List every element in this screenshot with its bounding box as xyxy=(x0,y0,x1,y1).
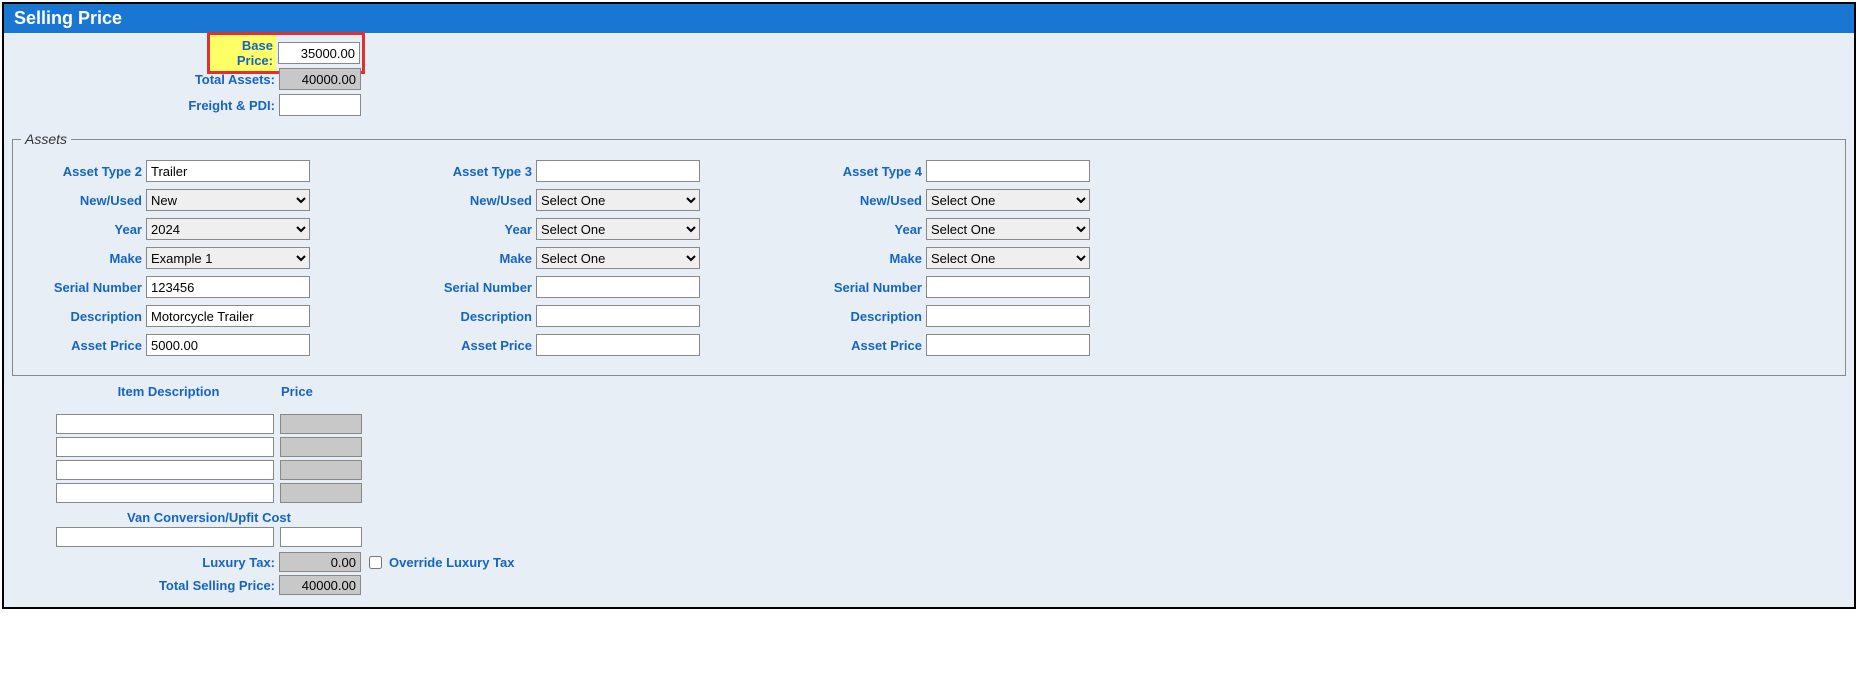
items-section: Item Description Price Van Conversion/Up… xyxy=(4,380,1854,607)
new-used-3-input[interactable]: Select One xyxy=(536,189,700,211)
serial-number-2-label: Serial Number xyxy=(21,280,146,295)
item-price-input xyxy=(280,414,362,434)
description-2-label: Description xyxy=(21,309,146,324)
item-row xyxy=(56,436,1854,458)
assets-fieldset: Assets Asset Type 2New/UsedNewYear2024Ma… xyxy=(12,131,1846,376)
base-price-input[interactable] xyxy=(278,42,360,64)
asset-column-3: Asset Type 3New/UsedSelect OneYearSelect… xyxy=(411,155,801,361)
top-fields: Base Price: Total Assets: Freight & PDI: xyxy=(4,33,1854,127)
item-row xyxy=(56,413,1854,435)
total-assets-input xyxy=(279,68,361,90)
item-row xyxy=(56,459,1854,481)
base-price-label: Base Price: xyxy=(210,35,276,71)
serial-number-2-input[interactable] xyxy=(146,276,310,298)
make-4-input[interactable]: Select One xyxy=(926,247,1090,269)
luxury-tax-input xyxy=(279,552,361,572)
item-price-input xyxy=(280,437,362,457)
description-4-label: Description xyxy=(801,309,926,324)
serial-number-4-label: Serial Number xyxy=(801,280,926,295)
item-desc-input[interactable] xyxy=(56,414,274,434)
new-used-2-input[interactable]: New xyxy=(146,189,310,211)
year-2-input[interactable]: 2024 xyxy=(146,218,310,240)
asset-type-2-input[interactable] xyxy=(146,160,310,182)
override-luxury-tax-label: Override Luxury Tax xyxy=(389,555,514,570)
serial-number-4-input[interactable] xyxy=(926,276,1090,298)
new-used-4-input[interactable]: Select One xyxy=(926,189,1090,211)
asset-price-2-input[interactable] xyxy=(146,334,310,356)
description-3-label: Description xyxy=(411,309,536,324)
item-price-input xyxy=(280,483,362,503)
luxury-tax-label: Luxury Tax: xyxy=(4,555,279,570)
asset-price-4-input[interactable] xyxy=(926,334,1090,356)
items-header-desc: Item Description xyxy=(56,384,281,399)
van-desc-input[interactable] xyxy=(56,527,274,547)
asset-column-2: Asset Type 2 New/UsedNewYear2024MakeExamp… xyxy=(21,155,411,361)
item-desc-input[interactable] xyxy=(56,460,274,480)
van-conversion-label: Van Conversion/Upfit Cost xyxy=(56,510,362,525)
asset-type-4-label: Asset Type 4 xyxy=(801,164,926,179)
year-2-label: Year xyxy=(21,222,146,237)
new-used-2-label: New/Used xyxy=(21,193,146,208)
description-2-input[interactable] xyxy=(146,305,310,327)
make-3-input[interactable]: Select One xyxy=(536,247,700,269)
asset-type-4-input[interactable] xyxy=(926,160,1090,182)
asset-type-3-label: Asset Type 3 xyxy=(411,164,536,179)
serial-number-3-label: Serial Number xyxy=(411,280,536,295)
items-header-price: Price xyxy=(281,384,363,399)
panel-title: Selling Price xyxy=(4,4,1854,33)
asset-price-4-label: Asset Price xyxy=(801,338,926,353)
override-luxury-tax-checkbox[interactable] xyxy=(369,556,382,569)
make-4-label: Make xyxy=(801,251,926,266)
new-used-4-label: New/Used xyxy=(801,193,926,208)
assets-legend: Assets xyxy=(21,131,71,147)
item-desc-input[interactable] xyxy=(56,437,274,457)
year-4-input[interactable]: Select One xyxy=(926,218,1090,240)
make-3-label: Make xyxy=(411,251,536,266)
asset-price-3-label: Asset Price xyxy=(411,338,536,353)
freight-pdi-input[interactable] xyxy=(279,94,361,116)
new-used-3-label: New/Used xyxy=(411,193,536,208)
total-selling-price-label: Total Selling Price: xyxy=(4,578,279,593)
van-price-input[interactable] xyxy=(280,527,362,547)
serial-number-3-input[interactable] xyxy=(536,276,700,298)
description-3-input[interactable] xyxy=(536,305,700,327)
selling-price-panel: Selling Price Base Price: Total Assets: … xyxy=(2,2,1856,609)
year-3-input[interactable]: Select One xyxy=(536,218,700,240)
year-3-label: Year xyxy=(411,222,536,237)
year-4-label: Year xyxy=(801,222,926,237)
description-4-input[interactable] xyxy=(926,305,1090,327)
item-desc-input[interactable] xyxy=(56,483,274,503)
asset-price-2-label: Asset Price xyxy=(21,338,146,353)
item-price-input xyxy=(280,460,362,480)
total-assets-label: Total Assets: xyxy=(4,72,279,87)
asset-type-2-label: Asset Type 2 xyxy=(21,164,146,179)
asset-column-4: Asset Type 4New/UsedSelect OneYearSelect… xyxy=(801,155,1191,361)
freight-pdi-label: Freight & PDI: xyxy=(4,98,279,113)
item-row xyxy=(56,482,1854,504)
asset-price-3-input[interactable] xyxy=(536,334,700,356)
make-2-input[interactable]: Example 1 xyxy=(146,247,310,269)
asset-type-3-input[interactable] xyxy=(536,160,700,182)
total-selling-price-input xyxy=(279,575,361,595)
make-2-label: Make xyxy=(21,251,146,266)
